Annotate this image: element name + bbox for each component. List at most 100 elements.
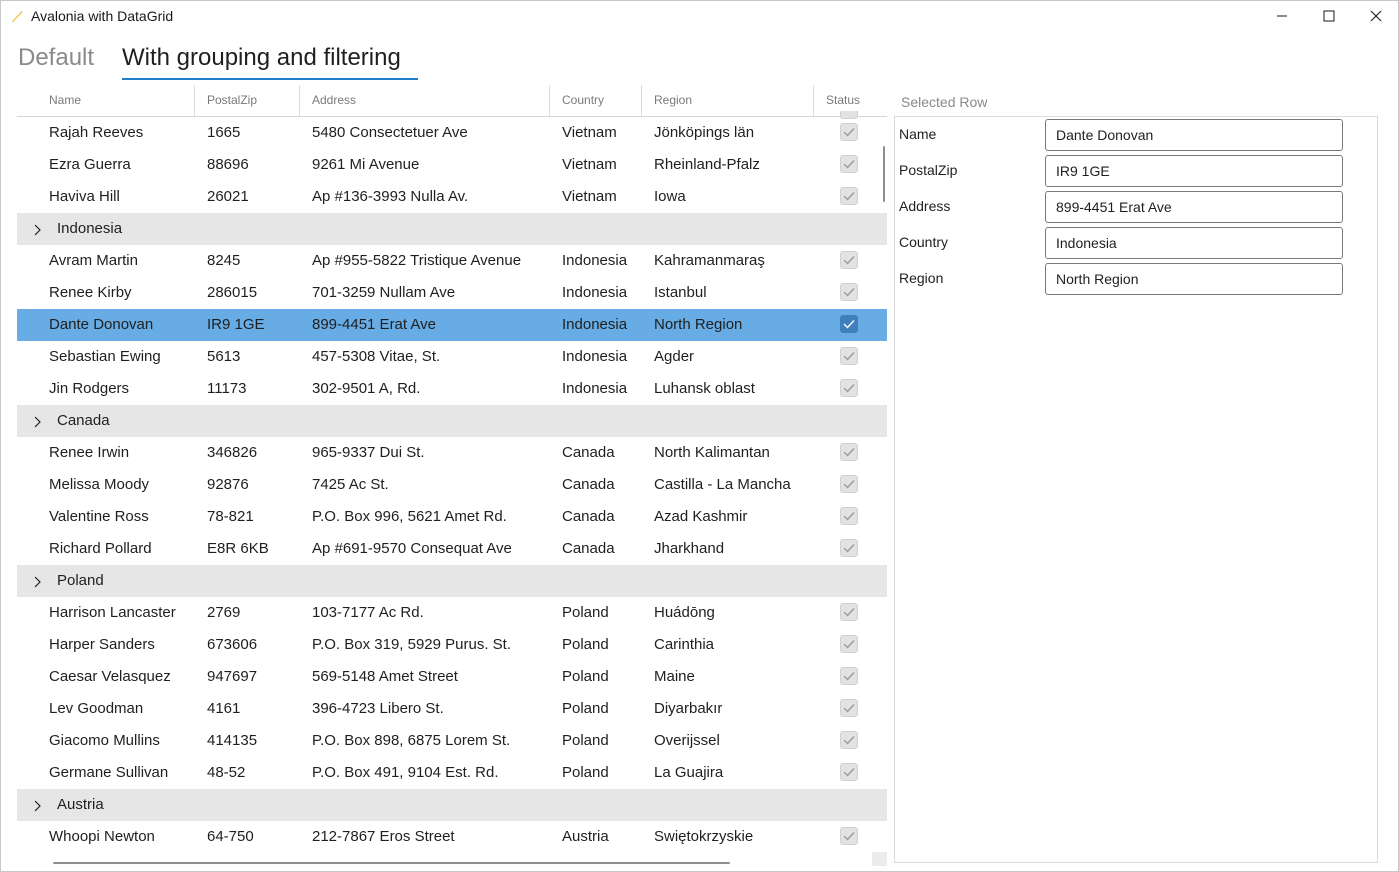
status-checkbox[interactable] (840, 507, 858, 525)
column-separator[interactable] (299, 85, 300, 116)
column-separator[interactable] (549, 85, 550, 116)
group-header-row[interactable]: Indonesia (17, 213, 887, 245)
cell-country: Indonesia (562, 348, 628, 365)
cell-region: Castilla - La Mancha (654, 476, 791, 493)
group-header-row[interactable]: Poland (17, 565, 887, 597)
group-header-row[interactable]: Austria (17, 789, 887, 821)
status-checkbox[interactable] (840, 827, 858, 845)
cell-region: Huádōng (654, 604, 715, 621)
selected-row-title: Selected Row (901, 94, 988, 110)
cell-name: Haviva Hill (49, 188, 120, 205)
region-field[interactable]: North Region (1045, 263, 1343, 295)
table-row[interactable]: Caesar Velasquez 947697 569-5148 Amet Stre… (17, 661, 887, 693)
postalzip-field[interactable]: IR9 1GE (1045, 155, 1343, 187)
column-separator[interactable] (641, 85, 642, 116)
window-title: Avalonia with DataGrid (31, 8, 174, 24)
status-checkbox[interactable] (840, 283, 858, 301)
close-button[interactable] (1353, 0, 1399, 32)
cell-postalzip: 2769 (207, 604, 241, 621)
vertical-scrollbar-thumb[interactable] (883, 146, 885, 202)
cell-postalzip: 48-52 (207, 764, 246, 781)
cell-name: Melissa Moody (49, 476, 150, 493)
table-row[interactable]: Harper Sanders 673606 P.O. Box 319, 5929 P… (17, 629, 887, 661)
status-checkbox[interactable] (840, 603, 858, 621)
status-checkbox[interactable] (840, 667, 858, 685)
status-checkbox[interactable] (840, 539, 858, 557)
table-row[interactable]: Jin Rodgers 11173 302-9501 A, Rd. Indonesia… (17, 373, 887, 405)
chevron-right-icon[interactable] (31, 415, 43, 428)
column-header-name[interactable]: Name (49, 85, 81, 116)
table-row[interactable]: Harrison Lancaster 2769 103-7177 Ac Rd. Pol… (17, 597, 887, 629)
status-checkbox[interactable] (840, 187, 858, 205)
column-header-region[interactable]: Region (654, 85, 692, 116)
minimize-button[interactable] (1259, 0, 1305, 32)
tab-default[interactable]: Default (18, 44, 94, 72)
checkmark-icon (843, 608, 855, 617)
status-checkbox[interactable] (840, 443, 858, 461)
checkmark-icon (843, 320, 855, 329)
status-checkbox[interactable] (840, 699, 858, 717)
name-field[interactable]: Dante Donovan (1045, 119, 1343, 151)
status-checkbox[interactable] (840, 635, 858, 653)
table-row[interactable]: Renee Irwin 346826 965-9337 Dui St. Canada N… (17, 437, 887, 469)
group-header-row[interactable]: Canada (17, 405, 887, 437)
table-row[interactable]: Giacomo Mullins 414135 P.O. Box 898, 6875 … (17, 725, 887, 757)
checkmark-icon (843, 384, 855, 393)
status-checkbox[interactable] (840, 315, 858, 333)
checkmark-icon (843, 256, 855, 265)
column-header-country[interactable]: Country (562, 85, 604, 116)
table-row-selected[interactable]: Dante Donovan IR9 1GE 899-4451 Erat Ave Ind… (17, 309, 887, 341)
status-checkbox[interactable] (840, 763, 858, 781)
status-checkbox[interactable] (840, 123, 858, 141)
status-checkbox[interactable] (840, 475, 858, 493)
table-row[interactable]: Whoopi Newton 64-750 212-7867 Eros Street A… (17, 821, 887, 853)
table-row[interactable]: Valentine Ross 78-821 P.O. Box 996, 5621 A… (17, 501, 887, 533)
chevron-right-icon[interactable] (31, 223, 43, 236)
table-row[interactable]: Haviva Hill 26021 Ap #136-3993 Nulla Av. Vi… (17, 181, 887, 213)
table-row[interactable]: Avram Martin 8245 Ap #955-5822 Tristique A… (17, 245, 887, 277)
table-row[interactable]: Renee Kirby 286015 701-3259 Nullam Ave Indo… (17, 277, 887, 309)
table-row[interactable]: Lev Goodman 4161 396-4723 Libero St. Poland… (17, 693, 887, 725)
table-row[interactable]: Sebastian Ewing 5613 457-5308 Vitae, St. In… (17, 341, 887, 373)
checkmark-icon (843, 352, 855, 361)
horizontal-scrollbar-thumb[interactable] (53, 862, 730, 864)
table-row[interactable]: Richard Pollard E8R 6KB Ap #691-9570 Conse… (17, 533, 887, 565)
cell-name: Richard Pollard (49, 540, 152, 557)
tab-grouping-filtering[interactable]: With grouping and filtering (122, 44, 401, 72)
chevron-right-icon[interactable] (31, 575, 43, 588)
cell-postalzip: 346826 (207, 444, 258, 461)
field-label-address: Address (899, 198, 951, 214)
field-label-region: Region (899, 270, 944, 286)
status-checkbox[interactable] (840, 347, 858, 365)
chevron-right-icon[interactable] (31, 799, 43, 812)
column-header-postalzip[interactable]: PostalZip (207, 85, 257, 116)
status-checkbox[interactable] (840, 155, 858, 173)
checkmark-icon (843, 736, 855, 745)
column-separator[interactable] (813, 85, 814, 116)
checkmark-icon (843, 544, 855, 553)
cell-country: Canada (562, 476, 615, 493)
status-checkbox[interactable] (840, 251, 858, 269)
cell-region: Iowa (654, 188, 686, 205)
cell-country: Poland (562, 636, 609, 653)
cell-region: Maine (654, 668, 695, 685)
cell-region: Azad Kashmir (654, 508, 748, 525)
country-field[interactable]: Indonesia (1045, 227, 1343, 259)
table-row[interactable]: Rajah Reeves 1665 5480 Consectetuer Ave Vie… (17, 117, 887, 149)
maximize-button[interactable] (1306, 0, 1352, 32)
status-checkbox[interactable] (840, 379, 858, 397)
checkmark-icon (843, 480, 855, 489)
table-row[interactable]: Germane Sullivan 48-52 P.O. Box 491, 9104 … (17, 757, 887, 789)
table-row[interactable]: Ezra Guerra 88696 9261 Mi Avenue Vietnam Rhe… (17, 149, 887, 181)
cell-postalzip: 4161 (207, 700, 241, 717)
cell-region: Luhansk oblast (654, 380, 755, 397)
cell-address: 396-4723 Libero St. (312, 700, 444, 717)
column-header-address[interactable]: Address (312, 85, 356, 116)
address-field[interactable]: 899-4451 Erat Ave (1045, 191, 1343, 223)
column-separator[interactable] (194, 85, 195, 116)
status-checkbox[interactable] (840, 731, 858, 749)
cell-address: P.O. Box 898, 6875 Lorem St. (312, 732, 511, 749)
table-row[interactable]: Melissa Moody 92876 7425 Ac St. Canada Casti… (17, 469, 887, 501)
cell-address: 212-7867 Eros Street (312, 828, 455, 845)
cell-name: Avram Martin (49, 252, 138, 269)
